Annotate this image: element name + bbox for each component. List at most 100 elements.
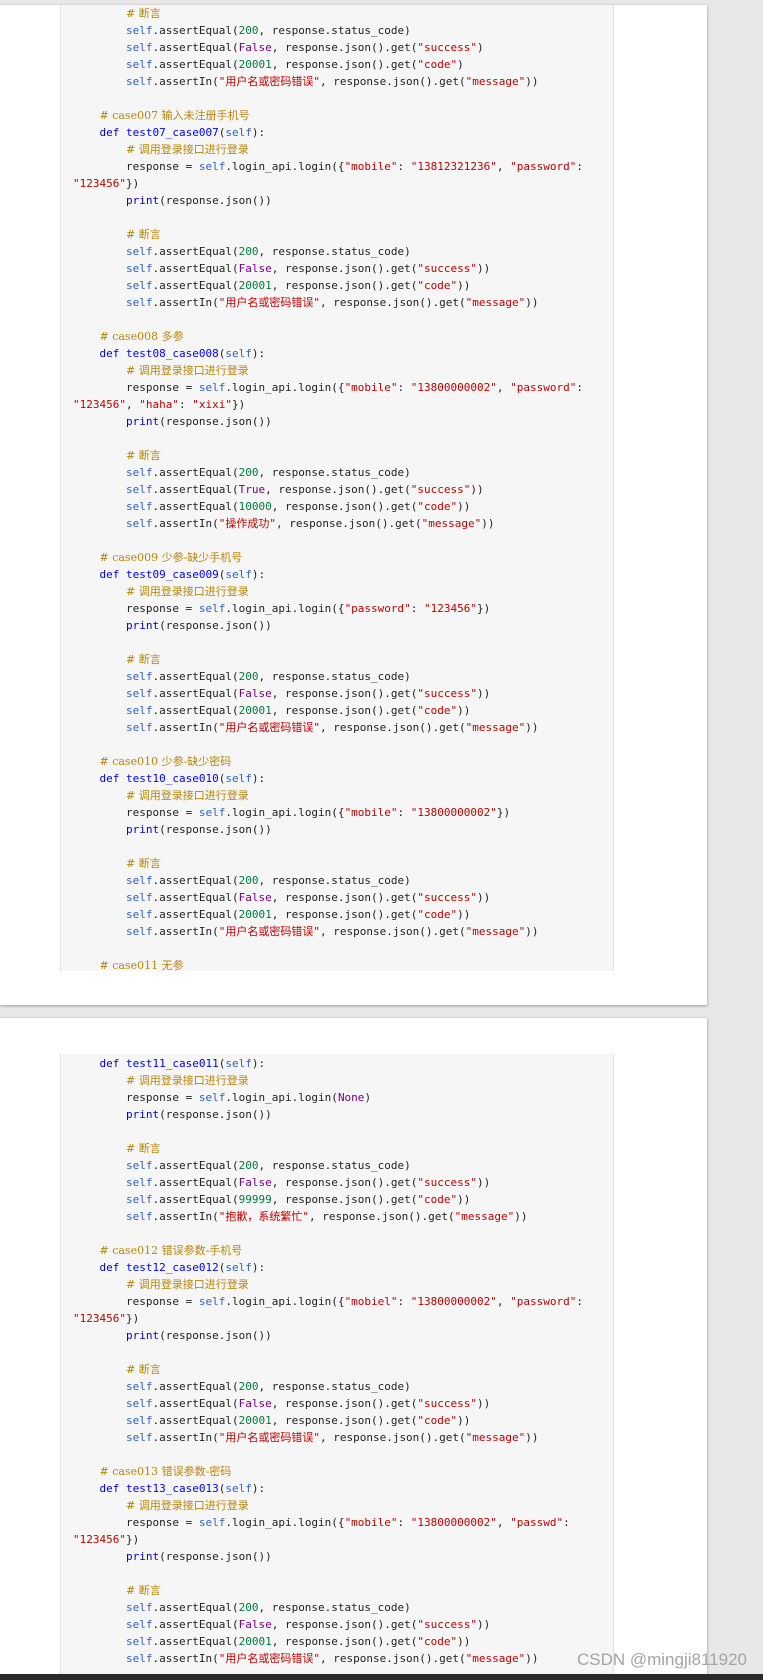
code-token: self	[125, 41, 153, 54]
code-token: self	[125, 1414, 153, 1427]
code-token: # 调用登录接口进行登录	[125, 585, 249, 598]
code-line: # 调用登录接口进行登录	[73, 1072, 249, 1089]
code-token: :	[576, 381, 583, 394]
code-line: response = self.login_api.login(None)	[73, 1089, 371, 1106]
code-token: "mobiel"	[344, 1295, 398, 1308]
code-line: # case010 少参-缺少密码	[73, 753, 232, 770]
code-token: , response.status_code)	[258, 1380, 411, 1393]
code-token: .assertIn(	[152, 925, 219, 938]
code-token: True	[238, 483, 266, 496]
code-line: self.assertIn("用户名或密码错误", response.json(…	[73, 1650, 539, 1667]
code-token: self	[125, 75, 153, 88]
code-token: "mobile"	[344, 1516, 398, 1529]
code-token: response =	[73, 381, 199, 394]
code-token: ):	[251, 1261, 266, 1274]
code-token: .assertEqual(	[152, 1397, 239, 1410]
code-line: # 断言	[73, 651, 161, 668]
code-token: .login_api.login({	[225, 381, 345, 394]
code-token: # case012 错误参数-手机号	[99, 1244, 243, 1257]
code-token: "抱歉，系统繁忙"	[218, 1210, 309, 1223]
code-line: # 断言	[73, 1361, 161, 1378]
code-token: 200	[238, 1159, 259, 1172]
code-line: self.assertEqual(200, response.status_co…	[73, 668, 411, 685]
code-token: ))	[457, 1414, 471, 1427]
code-line: response = self.login_api.login({"mobile…	[73, 1514, 570, 1531]
code-token: , response.json().get(	[271, 262, 418, 275]
code-block: # 断言 self.assertEqual(200, response.stat…	[60, 5, 614, 972]
code-line: self.assertEqual(20001, response.json().…	[73, 1633, 470, 1650]
code-token: :	[576, 1295, 583, 1308]
code-token: ))	[525, 925, 539, 938]
code-token: )	[477, 41, 484, 54]
code-token: "message"	[454, 1210, 515, 1223]
code-token: self	[198, 1295, 226, 1308]
code-token: (response.json())	[159, 1108, 272, 1121]
code-token: , response.json().get(	[319, 296, 466, 309]
code-token: self	[225, 347, 252, 360]
code-token: self	[198, 806, 226, 819]
code-token: self	[125, 466, 153, 479]
code-token: "message"	[465, 925, 526, 938]
code-line: # 断言	[73, 855, 161, 872]
code-token: , response.json().get(	[319, 1431, 466, 1444]
code-line: response = self.login_api.login({"mobiel…	[73, 1293, 583, 1310]
code-line: # 断言	[73, 1582, 161, 1599]
code-line: # case008 多参	[73, 328, 184, 345]
code-token: (response.json())	[159, 619, 272, 632]
code-token: response =	[73, 160, 199, 173]
code-token: .assertEqual(	[152, 1176, 239, 1189]
code-token: self	[125, 704, 153, 717]
code-token: })	[231, 398, 246, 411]
code-token: self	[125, 24, 153, 37]
code-line: self.assertIn("用户名或密码错误", response.json(…	[73, 719, 539, 736]
code-line: def test07_case007(self):	[73, 124, 266, 141]
code-token: # 断言	[125, 1363, 161, 1376]
code-token: self	[125, 279, 153, 292]
code-token: .assertEqual(	[152, 670, 239, 683]
code-token: })	[477, 602, 491, 615]
code-token: , response.json().get(	[271, 1193, 418, 1206]
code-token: })	[125, 1533, 140, 1546]
code-token: , response.json().get(	[319, 721, 466, 734]
code-token: self	[125, 925, 153, 938]
code-token: , response.json().get(	[319, 1652, 466, 1665]
code-token: (response.json())	[159, 1329, 272, 1342]
code-line: # case007 输入未注册手机号	[73, 107, 250, 124]
code-token: :	[576, 160, 583, 173]
code-token: "13800000002"	[410, 1295, 497, 1308]
code-token: "message"	[465, 721, 526, 734]
code-token: self	[225, 772, 252, 785]
code-token: :	[397, 1516, 411, 1529]
code-token: "用户名或密码错误"	[218, 1652, 320, 1665]
code-token: "haha"	[139, 398, 179, 411]
code-token: # 调用登录接口进行登录	[125, 789, 249, 802]
code-token: , response.json().get(	[265, 483, 411, 496]
code-token: , response.json().get(	[271, 279, 418, 292]
code-token: "code"	[417, 704, 458, 717]
code-token: response =	[73, 1091, 199, 1104]
code-token: 200	[238, 1601, 259, 1614]
code-token: ))	[457, 704, 471, 717]
code-line: # 断言	[73, 5, 161, 22]
code-token: .login_api.login(	[225, 1091, 338, 1104]
code-token: .login_api.login({	[225, 160, 345, 173]
code-token: 200	[238, 466, 259, 479]
code-token: ))	[457, 279, 471, 292]
code-token: self	[125, 1193, 153, 1206]
